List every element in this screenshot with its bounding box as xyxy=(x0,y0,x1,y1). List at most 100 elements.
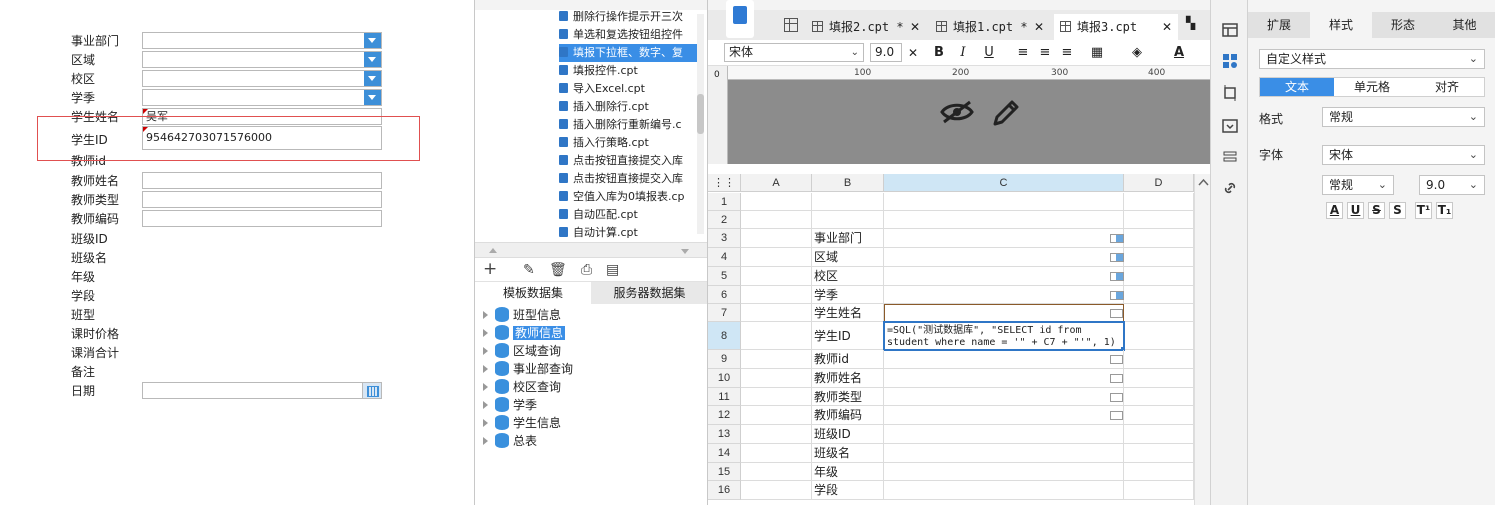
add-dataset-icon[interactable]: + xyxy=(483,259,497,279)
grid-cell[interactable]: 学段 xyxy=(812,481,884,500)
grid-cell[interactable] xyxy=(1124,463,1194,481)
column-header[interactable]: B xyxy=(812,174,884,192)
grid-cell[interactable] xyxy=(1124,388,1194,406)
document-tab[interactable]: 填报3.cpt ✕ xyxy=(1054,14,1178,40)
dataset-item[interactable]: 事业部查询 xyxy=(483,360,573,378)
close-tab-icon[interactable]: ✕ xyxy=(1162,14,1172,40)
row-header[interactable]: 13 xyxy=(708,425,741,444)
grid-cell[interactable]: 教师id xyxy=(812,350,884,369)
grid-cell[interactable] xyxy=(741,267,812,286)
row-header[interactable]: 9 xyxy=(708,350,741,369)
format-select[interactable]: 常规 ⌄ xyxy=(1322,107,1485,127)
grid-cell[interactable] xyxy=(884,481,1124,500)
grid-cell[interactable] xyxy=(741,406,812,425)
crop-icon[interactable] xyxy=(1222,85,1238,101)
grid-cell[interactable] xyxy=(1124,304,1194,322)
align-right-icon[interactable]: ≡ xyxy=(1058,44,1076,62)
font-select[interactable]: 宋体 ⌄ xyxy=(1322,145,1485,165)
grid-cell[interactable] xyxy=(741,286,812,304)
template-file-item[interactable]: 导入Excel.cpt xyxy=(559,80,699,98)
grid-cell[interactable]: 校区 xyxy=(812,267,884,286)
document-tab[interactable]: 填报2.cpt * ✕ xyxy=(806,14,926,40)
dropdown-arrow-icon[interactable] xyxy=(364,52,381,67)
grid-cell[interactable] xyxy=(741,229,812,248)
tab-grid-icon[interactable] xyxy=(784,18,798,32)
tab-menu-icon[interactable]: ▚ xyxy=(1186,16,1195,30)
grid-cell[interactable] xyxy=(1124,229,1194,248)
grid-cell[interactable] xyxy=(1124,369,1194,388)
expand-arrow-icon[interactable] xyxy=(483,383,488,391)
strikethrough-button[interactable]: S xyxy=(1368,202,1385,219)
dataset-item[interactable]: 学季 xyxy=(483,396,537,414)
bold-button[interactable]: B xyxy=(930,44,948,62)
dropdown-arrow-icon[interactable] xyxy=(364,90,381,105)
font-size-select[interactable]: 9.0 xyxy=(870,43,902,62)
grid-cell[interactable] xyxy=(741,211,812,229)
template-file-item[interactable]: 点击按钮直接提交入库 xyxy=(559,152,699,170)
grid-cell[interactable]: 教师类型 xyxy=(812,388,884,406)
grid-cell[interactable] xyxy=(741,350,812,369)
border-icon[interactable]: ▦ xyxy=(1088,44,1106,62)
style-preset-select[interactable]: 自定义样式 ⌄ xyxy=(1259,49,1485,69)
grid-cell[interactable] xyxy=(1124,267,1194,286)
superscript-button[interactable]: T¹ xyxy=(1415,202,1432,219)
grid-cell[interactable] xyxy=(741,193,812,211)
edit-icon[interactable]: ✎ xyxy=(523,262,535,278)
subtab-align[interactable]: 对齐 xyxy=(1410,78,1484,96)
grid-cell[interactable]: 教师姓名 xyxy=(812,369,884,388)
row-header[interactable]: 6 xyxy=(708,286,741,304)
grid-cell[interactable] xyxy=(741,369,812,388)
template-file-item[interactable]: 自动计算.cpt xyxy=(559,224,699,242)
close-tab-icon[interactable]: ✕ xyxy=(1034,14,1044,40)
grid-cell[interactable] xyxy=(812,193,884,211)
hide-eye-icon[interactable] xyxy=(940,100,974,124)
cell-attribute-icon[interactable] xyxy=(1222,22,1238,38)
form-combo-box[interactable] xyxy=(142,70,382,87)
grid-cell[interactable] xyxy=(884,286,1124,304)
grid-cell[interactable] xyxy=(1124,286,1194,304)
italic-button[interactable]: I xyxy=(954,44,972,62)
grid-cell[interactable] xyxy=(741,425,812,444)
grid-cell[interactable] xyxy=(884,444,1124,463)
row-header[interactable]: 3 xyxy=(708,229,741,248)
grid-cell[interactable] xyxy=(741,322,812,350)
font-color-button[interactable]: A xyxy=(1326,202,1343,219)
dataset-item[interactable]: 班型信息 xyxy=(483,306,561,324)
dataset-item[interactable]: 教师信息 xyxy=(483,324,566,342)
template-file-item[interactable]: 插入行策略.cpt xyxy=(559,134,699,152)
grid-cell[interactable] xyxy=(1124,350,1194,369)
grid-cell[interactable] xyxy=(884,267,1124,286)
new-report-button[interactable] xyxy=(726,0,754,38)
subscript-button[interactable]: T₁ xyxy=(1436,202,1453,219)
font-style-select[interactable]: 常规 ⌄ xyxy=(1322,175,1394,195)
grid-cell[interactable] xyxy=(1124,406,1194,425)
template-file-item[interactable]: 插入删除行.cpt xyxy=(559,98,699,116)
delete-icon[interactable]: 🗑 xyxy=(549,262,567,278)
expand-arrow-icon[interactable] xyxy=(483,311,488,319)
template-file-item[interactable]: 删除行操作提示开三次 xyxy=(559,8,699,26)
calendar-icon[interactable] xyxy=(362,383,381,398)
grid-cell[interactable] xyxy=(884,463,1124,481)
row-header[interactable]: 1 xyxy=(708,193,741,211)
form-text-field[interactable] xyxy=(142,172,382,189)
align-center-icon[interactable]: ≡ xyxy=(1036,44,1054,62)
tab-other[interactable]: 其他 xyxy=(1434,12,1495,38)
subtab-text[interactable]: 文本 xyxy=(1260,78,1334,96)
expand-arrow-icon[interactable] xyxy=(483,401,488,409)
underline-style-button[interactable]: U xyxy=(1347,202,1364,219)
font-size-select-prop[interactable]: 9.0 ⌄ xyxy=(1419,175,1485,195)
hyperlink-icon[interactable] xyxy=(1222,180,1238,196)
align-left-icon[interactable]: ≡ xyxy=(1014,44,1032,62)
row-header[interactable]: 5 xyxy=(708,267,741,286)
column-header[interactable]: A xyxy=(741,174,812,192)
preview-data-icon[interactable]: ⎙ xyxy=(581,262,592,278)
template-file-item[interactable]: 点击按钮直接提交入库 xyxy=(559,170,699,188)
grid-cell[interactable] xyxy=(884,425,1124,444)
grid-cell[interactable] xyxy=(1124,481,1194,500)
grid-cell[interactable]: 班级名 xyxy=(812,444,884,463)
dropdown-arrow-icon[interactable] xyxy=(364,33,381,48)
grid-cell[interactable] xyxy=(741,248,812,267)
row-header[interactable]: 7 xyxy=(708,304,741,322)
tab-form[interactable]: 形态 xyxy=(1372,12,1434,38)
grid-cell[interactable] xyxy=(1124,211,1194,229)
